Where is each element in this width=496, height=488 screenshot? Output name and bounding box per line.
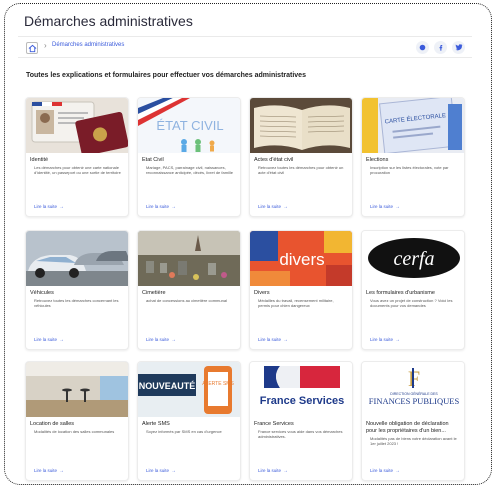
card-description: Soyez informés par SMS en cas d'urgence <box>146 429 222 434</box>
card-description: Retrouvez toutes les démarches concernan… <box>34 298 119 308</box>
read-more-link[interactable]: Lire la suite → <box>146 204 176 210</box>
card-vehicules[interactable]: Véhicules Retrouvez toutes les démarches… <box>25 230 129 350</box>
finances-publiques-logo: F DIRECTION GÉNÉRALE DES FINANCES PUBLIQ… <box>362 362 464 417</box>
twitter-icon[interactable] <box>452 41 465 54</box>
cerfa-banner: cerfa <box>393 248 434 270</box>
card-title: Véhicules <box>30 290 54 296</box>
arrow-right-icon: → <box>59 468 65 474</box>
etat-civil-image: ÉTAT CIVIL <box>138 98 240 153</box>
card-description: achat de concessions au cimetière commun… <box>146 298 227 303</box>
read-more-link[interactable]: Lire la suite → <box>370 468 400 474</box>
identity-card-image <box>26 98 128 153</box>
facebook-icon[interactable] <box>434 41 447 54</box>
arrow-right-icon: → <box>171 204 177 210</box>
arrow-right-icon: → <box>395 337 401 343</box>
read-more-link[interactable]: Lire la suite → <box>258 204 288 210</box>
cerfa-logo: cerfa <box>362 231 464 286</box>
arrow-right-icon: → <box>283 204 289 210</box>
read-more-link[interactable]: Lire la suite → <box>258 468 288 474</box>
room-image <box>26 362 128 417</box>
alerte-sms-banner: ALERTE SMS <box>202 381 234 387</box>
breadcrumb-bar: › Démarches administratives <box>18 36 472 58</box>
arrow-right-icon: → <box>283 468 289 474</box>
card-divers[interactable]: divers Divers Médailles du travail, rece… <box>249 230 353 350</box>
read-more-link[interactable]: Lire la suite → <box>34 468 64 474</box>
arrow-right-icon: → <box>59 337 65 343</box>
card-description: Vous avez un projet de construction ? Vo… <box>370 298 453 308</box>
arrow-right-icon: → <box>395 204 401 210</box>
home-icon[interactable] <box>26 42 38 54</box>
france-services-banner: France Services <box>260 395 344 407</box>
card-title: Nouvelle obligation de déclaration pour … <box>366 421 449 434</box>
open-book-image <box>250 98 352 153</box>
card-title: Les formulaires d'urbanisme <box>366 290 435 296</box>
card-finances-publiques[interactable]: F DIRECTION GÉNÉRALE DES FINANCES PUBLIQ… <box>361 361 465 481</box>
card-description: Inscription sur les listes électorales, … <box>370 165 449 175</box>
arrow-right-icon: → <box>59 204 65 210</box>
card-elections[interactable]: CARTE ÉLECTORALE Elections Inscription s… <box>361 97 465 217</box>
cars-image <box>26 231 128 286</box>
card-france-services[interactable]: France Services France Services France s… <box>249 361 353 481</box>
intro-text: Toutes les explications et formulaires p… <box>26 72 306 79</box>
read-more-link[interactable]: Lire la suite → <box>34 337 64 343</box>
card-title: Cimetière <box>142 290 166 296</box>
card-formulaires-urbanisme[interactable]: cerfa Les formulaires d'urbanisme Vous a… <box>361 230 465 350</box>
read-more-link[interactable]: Lire la suite → <box>258 337 288 343</box>
page-title: Démarches administratives <box>24 13 193 29</box>
voter-card-image: CARTE ÉLECTORALE <box>362 98 464 153</box>
card-description: Modalités de location des salles communa… <box>34 429 115 434</box>
arrow-right-icon: → <box>283 337 289 343</box>
breadcrumb-separator-icon: › <box>44 41 47 50</box>
france-services-logo: France Services <box>250 362 352 417</box>
card-title: Location de salles <box>30 421 75 427</box>
nouveaute-banner: NOUVEAUTÉ <box>139 381 196 391</box>
card-description: Médailles du travail, recensement milita… <box>258 298 334 308</box>
card-location-salles[interactable]: Location de salles Modalités de location… <box>25 361 129 481</box>
card-title: France Services <box>254 421 294 427</box>
card-description: Les démarches pour obtenir une carte nat… <box>34 165 121 175</box>
cemetery-image <box>138 231 240 286</box>
card-identite[interactable]: Identité Les démarches pour obtenir une … <box>25 97 129 217</box>
divers-banner: divers <box>279 250 324 269</box>
breadcrumb[interactable]: Démarches administratives <box>52 42 124 48</box>
read-more-link[interactable]: Lire la suite → <box>370 337 400 343</box>
card-description: Retrouvez toutes les démarches pour obte… <box>258 165 344 175</box>
etat-civil-banner: ÉTAT CIVIL <box>156 118 223 133</box>
read-more-link[interactable]: Lire la suite → <box>370 204 400 210</box>
card-description: France services vous aide dans vos démar… <box>258 429 343 439</box>
read-more-link[interactable]: Lire la suite → <box>34 204 64 210</box>
card-title: Identité <box>30 157 49 163</box>
divers-image: divers <box>250 231 352 286</box>
card-title: Alerte SMS <box>142 421 170 427</box>
finances-publiques-banner: FINANCES PUBLIQUES <box>369 396 460 406</box>
card-title: Divers <box>254 290 270 296</box>
card-title: Actes d'état civil <box>254 157 294 163</box>
read-more-link[interactable]: Lire la suite → <box>146 468 176 474</box>
card-title: Etat Civil <box>142 157 164 163</box>
card-title: Elections <box>366 157 389 163</box>
arrow-right-icon: → <box>171 337 177 343</box>
arrow-right-icon: → <box>395 468 401 474</box>
card-etat-civil[interactable]: ÉTAT CIVIL Etat Civil Mariage, PACS, par… <box>137 97 241 217</box>
card-description: Mariage, PACS, parrainage civil, naissan… <box>146 165 233 175</box>
card-cimetiere[interactable]: Cimetière achat de concessions au cimeti… <box>137 230 241 350</box>
card-description: Modalités pas de biens votre déclaration… <box>370 436 457 446</box>
sms-alert-image: NOUVEAUTÉ ALERTE SMS <box>138 362 240 417</box>
arrow-right-icon: → <box>171 468 177 474</box>
read-more-link[interactable]: Lire la suite → <box>146 337 176 343</box>
card-actes-etat-civil[interactable]: Actes d'état civil Retrouvez toutes les … <box>249 97 353 217</box>
print-icon[interactable] <box>416 41 429 54</box>
card-alerte-sms[interactable]: NOUVEAUTÉ ALERTE SMS Alerte SMS Soyez in… <box>137 361 241 481</box>
